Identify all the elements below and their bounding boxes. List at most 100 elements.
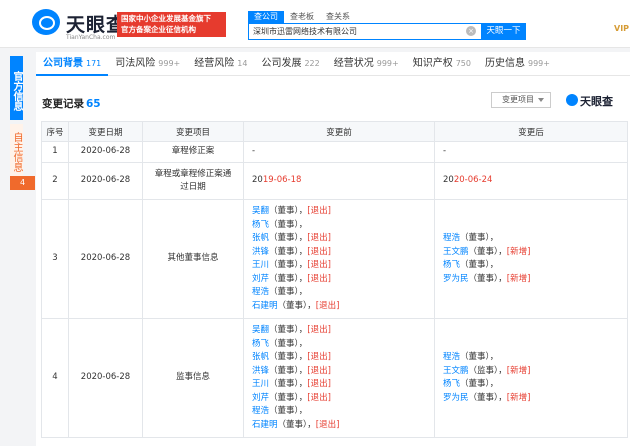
cell-before: 2019-06-18 (243, 162, 435, 200)
person-role: （董事） (468, 392, 499, 403)
person-role: （董事） (269, 233, 299, 243)
tab-development[interactable]: 公司发展 222 (254, 52, 326, 76)
side-tab-self-label: 自主信息 (11, 132, 22, 172)
tab-label: 司法风险 (115, 58, 156, 69)
person-name-link[interactable]: 罗为民 (443, 393, 469, 403)
change-item-filter[interactable]: 变更项目 (491, 92, 551, 108)
vip-link[interactable]: VIP (614, 24, 629, 33)
side-tab-self[interactable]: 自主信息 (10, 124, 23, 176)
person-name-link[interactable]: 王文鹏 (443, 366, 469, 376)
person-entry: 程浩（董事）， (443, 352, 499, 362)
search-button[interactable]: 天眼一下 (481, 23, 526, 40)
col-header-item: 变更项目 (142, 121, 244, 142)
change-records-table: 序号 变更日期 变更项目 变更前 变更后 1 2020-06-28 章程修正案 … (41, 121, 628, 438)
person-name-link[interactable]: 杨飞 (252, 339, 269, 349)
person-name-link[interactable]: 王文鹏 (443, 247, 469, 257)
search-input[interactable]: 深圳市迅雷网络技术有限公司 × (248, 23, 482, 40)
person-name-link[interactable]: 石建明 (252, 420, 278, 430)
person-role: （董事） (269, 246, 299, 257)
person-name-link[interactable]: 程浩 (252, 406, 269, 416)
tab-count: 222 (304, 59, 320, 68)
col-header-date: 变更日期 (68, 121, 143, 142)
person-name-link[interactable]: 洪锋 (252, 366, 269, 376)
person-name-link[interactable]: 刘芹 (252, 274, 269, 284)
tab-label: 历史信息 (485, 58, 525, 69)
person-role: （董事） (460, 233, 490, 243)
clear-icon[interactable]: × (466, 26, 476, 36)
person-name-link[interactable]: 杨飞 (252, 220, 269, 230)
cell-item: 章程修正案 (142, 141, 244, 163)
person-name-link[interactable]: 程浩 (443, 352, 460, 362)
person-name-link[interactable]: 罗为民 (443, 274, 469, 284)
person-entry: 张帆（董事），[退出] (252, 352, 331, 362)
cell-after: 程浩（董事）， 王文鹏（董事），[新增] 杨飞（董事）， 罗为民（董事），[新增] (434, 199, 628, 319)
person-name-link[interactable]: 杨飞 (443, 260, 460, 270)
before-changed: 19-06- (262, 175, 291, 186)
before-day: 18 (290, 175, 302, 186)
change-tag: [新增] (506, 246, 531, 257)
after-changed: 20-06- (453, 175, 482, 186)
person-name-link[interactable]: 张帆 (252, 233, 269, 243)
person-name-link[interactable]: 吴翻 (252, 206, 269, 216)
person-name-link[interactable]: 吴翻 (252, 325, 269, 335)
tab-count: 999+ (376, 59, 399, 68)
person-name-link[interactable]: 张帆 (252, 352, 269, 362)
tab-ip[interactable]: 知识产权 750 (406, 52, 478, 76)
side-tab-official[interactable]: 官方信息 (10, 56, 23, 120)
person-entry: 杨飞（董事）， (443, 260, 499, 270)
person-role: （董事） (468, 273, 499, 284)
person-name-link[interactable]: 王川 (252, 379, 269, 389)
table-header-row: 序号 变更日期 变更项目 变更前 变更后 (41, 121, 628, 142)
cell-after: - (434, 141, 628, 163)
person-name-link[interactable]: 石建明 (252, 301, 278, 311)
search-tab-company[interactable]: 查公司 (248, 11, 284, 23)
col-header-before: 变更前 (243, 121, 435, 142)
cell-date: 2020-06-28 (68, 199, 143, 319)
person-entry: 石建明（董事），[退出] (252, 300, 340, 311)
tab-history[interactable]: 历史信息 999+ (478, 52, 557, 76)
tab-count: 999+ (528, 59, 550, 68)
person-name-link[interactable]: 刘芹 (252, 393, 269, 403)
tab-count: 14 (237, 59, 248, 68)
person-name-link[interactable]: 洪锋 (252, 247, 269, 257)
tab-label: 公司发展 (261, 58, 302, 69)
person-entry: 刘芹（董事），[退出] (252, 273, 331, 284)
cell-date: 2020-06-28 (68, 318, 143, 438)
person-name-link[interactable]: 程浩 (443, 233, 460, 243)
table-row: 4 2020-06-28 监事信息 吴翻（董事），[退出] 杨飞（董事）， 张帆（董… (41, 318, 628, 438)
watermark-eye-icon (566, 94, 578, 106)
search-tab-boss[interactable]: 查老板 (284, 11, 320, 23)
search-tab-relation[interactable]: 查关系 (320, 11, 356, 23)
cell-item: 其他董事信息 (142, 199, 244, 319)
cell-date: 2020-06-28 (68, 141, 143, 163)
tab-judicial-risk[interactable]: 司法风险 999+ (108, 52, 187, 76)
tab-operations[interactable]: 经营状况 999+ (327, 52, 406, 76)
watermark-text: 天眼查 (580, 95, 613, 108)
cell-after: 2020-06-24 (434, 162, 628, 200)
change-tag: [退出] (307, 273, 331, 284)
person-name-link[interactable]: 王川 (252, 260, 269, 270)
person-entry: 洪锋（董事），[退出] (252, 365, 331, 376)
person-entry: 王文鹏（董事），[新增] (443, 246, 531, 257)
gov-badge-line2: 官方备案企业征信机构 (121, 25, 196, 34)
person-name-link[interactable]: 杨飞 (443, 379, 460, 389)
section-title-text: 变更记录 (42, 98, 84, 110)
before-year: 20 (252, 175, 263, 186)
person-name-link[interactable]: 程浩 (252, 287, 269, 297)
gov-badge: 国家中小企业发展基金旗下 官方备案企业征信机构 (117, 12, 226, 37)
person-entry: 罗为民（董事），[新增] (443, 392, 531, 403)
person-role: （董事） (269, 379, 299, 389)
person-role: （董事） (468, 246, 499, 257)
person-role: （董事） (269, 406, 299, 416)
tab-business-risk[interactable]: 经营风险 14 (187, 52, 254, 76)
person-role: （董事） (460, 352, 490, 362)
tab-label: 公司背景 (43, 58, 83, 69)
tab-label: 经营风险 (194, 58, 235, 69)
cell-after: 程浩（董事）， 王文鹏（监事），[新增] 杨飞（董事）， 罗为民（董事），[新增] (434, 318, 628, 438)
change-tag: [新增] (506, 273, 531, 284)
tab-background[interactable]: 公司背景 171 (36, 52, 109, 76)
table-row: 1 2020-06-28 章程修正案 - - (41, 141, 628, 163)
search-value: 深圳市迅雷网络技术有限公司 (253, 27, 357, 36)
tab-count: 999+ (158, 59, 181, 68)
person-role: （董事） (269, 338, 299, 349)
